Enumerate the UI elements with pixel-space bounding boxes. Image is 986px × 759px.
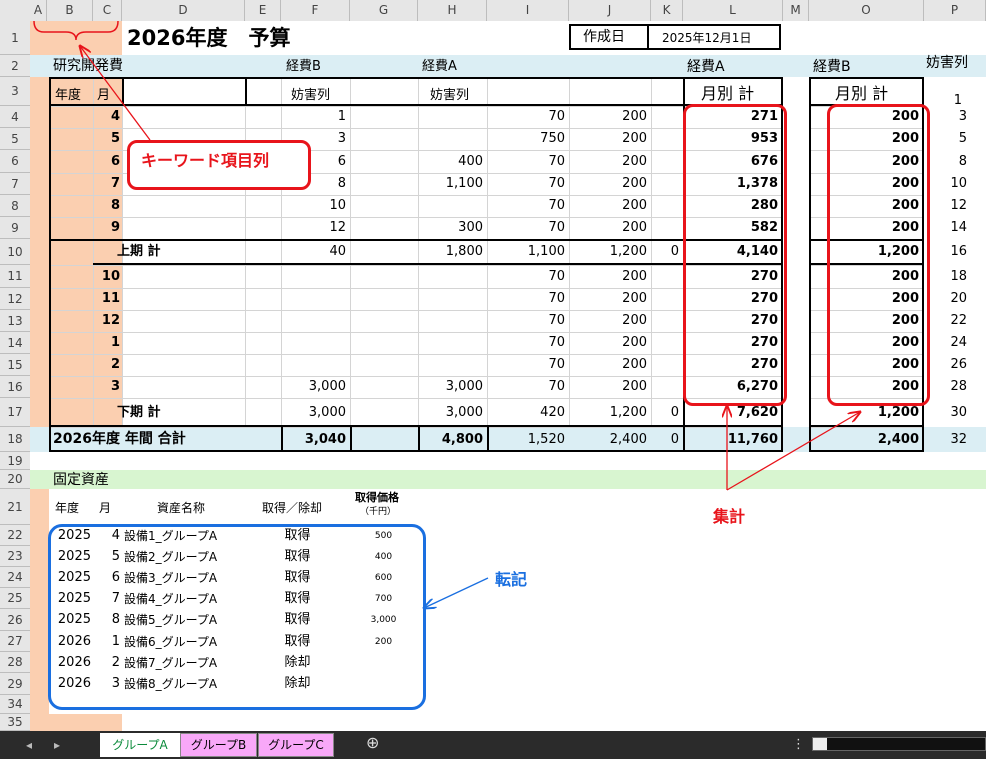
add-sheet-button[interactable]: ⊕	[366, 734, 379, 752]
nav-next-arrow[interactable]: ▸	[54, 736, 60, 754]
annotation-arrows	[33, 20, 986, 759]
tab-group-a[interactable]: グループA	[100, 733, 180, 757]
tab-group-c[interactable]: グループC	[258, 733, 334, 757]
nav-prev-arrow[interactable]: ◂	[26, 736, 32, 754]
scroll-left-icon[interactable]	[813, 738, 827, 750]
horizontal-scrollbar[interactable]	[812, 737, 986, 751]
more-options-icon[interactable]: ⋮	[792, 736, 805, 754]
tab-group-b[interactable]: グループB	[180, 733, 257, 757]
